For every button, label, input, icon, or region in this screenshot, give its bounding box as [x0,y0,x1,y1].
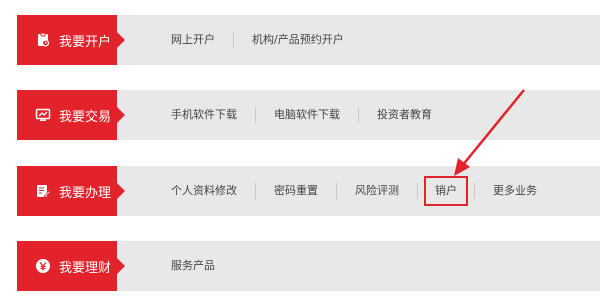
section-links: 服务产品 [137,241,233,291]
link-institution-open[interactable]: 机构/产品预约开户 [234,33,362,47]
link-service-products[interactable]: 服务产品 [137,259,233,273]
link-edit-profile[interactable]: 个人资料修改 [137,184,255,198]
clipboard-icon [35,32,51,48]
section-handle: 我要办理 个人资料修改 密码重置 风险评测 销户 更多业务 [17,166,600,216]
link-investor-education[interactable]: 投资者教育 [359,108,450,122]
section-tag-open-account[interactable]: 我要开户 [17,15,125,65]
link-mobile-download[interactable]: 手机软件下载 [137,108,255,122]
link-online-open[interactable]: 网上开户 [137,33,233,47]
link-risk-assessment[interactable]: 风险评测 [337,184,417,198]
section-title: 我要交易 [59,109,112,125]
link-more-services[interactable]: 更多业务 [475,184,555,198]
section-tag-wealth[interactable]: 我要理财 [17,241,125,291]
link-pc-download[interactable]: 电脑软件下载 [256,108,358,122]
section-open-account: 我要开户 网上开户 机构/产品预约开户 [17,15,600,65]
section-links: 手机软件下载 电脑软件下载 投资者教育 [137,90,450,140]
section-tag-trade[interactable]: 我要交易 [17,90,125,140]
monitor-icon [35,107,51,123]
section-tag-handle[interactable]: 我要办理 [17,166,125,216]
section-title: 我要办理 [59,185,112,201]
link-close-account[interactable]: 销户 [424,176,468,206]
section-links: 网上开户 机构/产品预约开户 [137,15,362,65]
section-title: 我要理财 [59,260,112,276]
section-wealth: 我要理财 服务产品 [17,241,600,291]
yen-coin-icon [35,258,51,274]
edit-document-icon [35,183,51,199]
section-title: 我要开户 [59,34,112,50]
divider [417,183,418,199]
section-trade: 我要交易 手机软件下载 电脑软件下载 投资者教育 [17,90,600,140]
link-password-reset[interactable]: 密码重置 [256,184,336,198]
section-links: 个人资料修改 密码重置 风险评测 销户 更多业务 [137,166,555,216]
